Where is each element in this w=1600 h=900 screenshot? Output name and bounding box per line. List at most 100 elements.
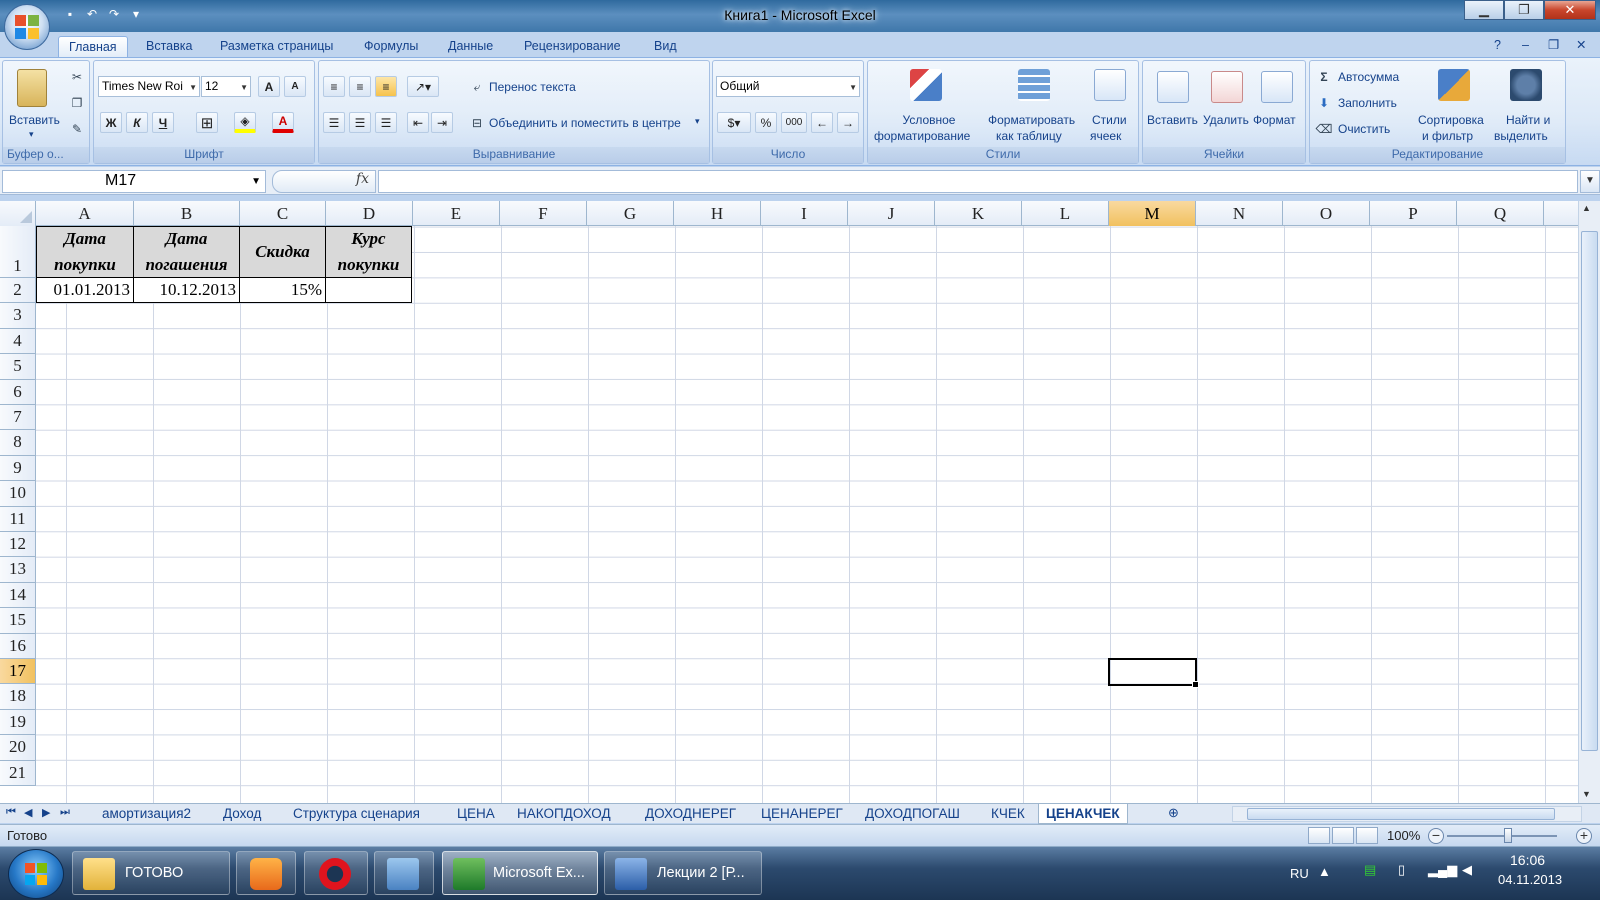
wrap-text-button[interactable]: Перенос текста (489, 80, 576, 94)
horizontal-scroll-thumb[interactable] (1247, 808, 1555, 820)
signal-icon[interactable]: ▂▄▆ (1428, 862, 1457, 878)
tab-data[interactable]: Данные (438, 36, 503, 58)
taskbar-media-player[interactable] (236, 851, 296, 895)
cell-A2[interactable]: 01.01.2013 (36, 277, 134, 303)
ribbon-close-icon[interactable]: ✕ (1576, 35, 1586, 57)
conditional-formatting-label-2[interactable]: форматирование (874, 129, 970, 143)
row-header-10[interactable]: 10 (0, 481, 36, 507)
column-header-b[interactable]: B (134, 201, 240, 226)
row-header-12[interactable]: 12 (0, 532, 36, 558)
active-cell[interactable] (1108, 658, 1199, 688)
sheet-tab-2[interactable]: Доход (216, 804, 268, 824)
column-header-j[interactable]: J (848, 201, 935, 226)
column-header-n[interactable]: N (1196, 201, 1283, 226)
row-header-5[interactable]: 5 (0, 354, 36, 380)
align-left-icon[interactable]: ☰ (323, 112, 345, 133)
cell-C2[interactable]: 15% (239, 277, 326, 303)
column-header-k[interactable]: K (935, 201, 1022, 226)
save-icon[interactable]: ▪ (62, 6, 78, 22)
format-as-table-label-2[interactable]: как таблицу (996, 129, 1062, 143)
column-header-f[interactable]: F (500, 201, 587, 226)
taskbar-excel[interactable]: Microsoft Ex... (442, 851, 598, 895)
horizontal-scrollbar[interactable] (1232, 806, 1582, 822)
merge-center-button[interactable]: Объединить и поместить в центре (489, 116, 681, 130)
insert-cells-button[interactable]: Вставить (1147, 113, 1198, 127)
sheet-tab-1[interactable]: амортизация2 (95, 804, 198, 824)
help-icon[interactable]: ? (1494, 35, 1501, 57)
cell-B2[interactable]: 10.12.2013 (133, 277, 240, 303)
row-header-11[interactable]: 11 (0, 506, 36, 532)
row-header-16[interactable]: 16 (0, 633, 36, 659)
tab-insert[interactable]: Вставка (136, 36, 202, 58)
normal-view-icon[interactable] (1308, 827, 1330, 844)
find-select-icon[interactable] (1510, 69, 1542, 101)
zoom-slider-thumb[interactable] (1504, 828, 1512, 843)
redo-icon[interactable]: ↷ (106, 6, 122, 22)
tab-review[interactable]: Рецензирование (514, 36, 631, 58)
name-box[interactable]: M17 ▼ (2, 170, 266, 193)
tab-view[interactable]: Вид (644, 36, 687, 58)
cell-A1[interactable]: Дата покупки (36, 226, 134, 278)
cell-D2[interactable] (325, 277, 412, 303)
paste-icon[interactable] (17, 69, 47, 107)
decrease-indent-icon[interactable]: ⇤ (407, 112, 429, 133)
format-cells-button[interactable]: Формат (1253, 113, 1296, 127)
shrink-font-button[interactable]: A (284, 76, 306, 97)
taskbar-pictures[interactable] (374, 851, 434, 895)
conditional-formatting-label-1[interactable]: Условное (894, 113, 964, 127)
font-name-select[interactable]: Times New Roi ▼ (98, 76, 200, 97)
zoom-out-icon[interactable]: − (1428, 828, 1444, 844)
bold-button[interactable]: Ж (100, 112, 122, 133)
minimize-button[interactable]: ▁ (1464, 0, 1504, 20)
merge-dropdown-icon[interactable]: ▾ (695, 116, 700, 127)
column-header-o[interactable]: O (1283, 201, 1370, 226)
tab-home[interactable]: Главная (58, 36, 128, 58)
row-header-2[interactable]: 2 (0, 278, 36, 304)
zoom-level[interactable]: 100% (1387, 828, 1420, 843)
sheet-tab-7[interactable]: ЦЕНАНЕРЕГ (754, 804, 850, 824)
cell-styles-label-1[interactable]: Стили (1092, 113, 1127, 127)
expand-formula-bar-icon[interactable]: ▼ (1580, 170, 1600, 193)
find-select-label-1[interactable]: Найти и (1506, 113, 1550, 127)
sheet-tab-6[interactable]: ДОХОДНЕРЕГ (638, 804, 743, 824)
percent-button[interactable]: % (755, 112, 777, 133)
borders-icon[interactable]: ⊞ (196, 112, 218, 133)
font-color-icon[interactable]: A (272, 112, 294, 133)
paste-dropdown-icon[interactable]: ▾ (29, 129, 34, 140)
scroll-down-icon[interactable]: ▼ (1582, 789, 1591, 799)
taskbar-opera[interactable] (304, 851, 368, 895)
taskbar-folder[interactable]: ГОТОВО (72, 851, 230, 895)
language-indicator[interactable]: RU (1290, 866, 1309, 881)
sort-filter-icon[interactable] (1438, 69, 1470, 101)
thousands-button[interactable]: 000 (781, 112, 807, 133)
zoom-in-icon[interactable]: + (1576, 828, 1592, 844)
maximize-button[interactable]: ❐ (1504, 0, 1544, 20)
clock-time[interactable]: 16:06 (1510, 852, 1545, 868)
align-right-icon[interactable]: ☰ (375, 112, 397, 133)
undo-icon[interactable]: ↶ (84, 6, 100, 22)
taskbar-word[interactable]: Лекции 2 [Р... (604, 851, 762, 895)
row-header-17[interactable]: 17 (0, 659, 36, 685)
sort-filter-label-2[interactable]: и фильтр (1422, 129, 1473, 143)
align-bottom-icon[interactable]: ≡ (375, 76, 397, 97)
tab-page-layout[interactable]: Разметка страницы (210, 36, 343, 58)
paste-button[interactable]: Вставить (9, 113, 60, 127)
align-center-icon[interactable]: ☰ (349, 112, 371, 133)
row-header-1[interactable]: 1 (0, 226, 36, 278)
format-painter-icon[interactable]: ✎ (69, 121, 85, 137)
tab-formulas[interactable]: Формулы (354, 36, 428, 58)
device-icon[interactable]: ▯ (1398, 862, 1405, 878)
copy-icon[interactable]: ❐ (69, 95, 85, 111)
sheet-tab-5[interactable]: НАКОПДОХОД (510, 804, 618, 824)
column-header-d[interactable]: D (326, 201, 413, 226)
column-header-a[interactable]: A (36, 201, 134, 226)
row-header-7[interactable]: 7 (0, 405, 36, 431)
clock-date[interactable]: 04.11.2013 (1498, 872, 1562, 887)
format-as-table-label-1[interactable]: Форматировать (988, 113, 1075, 127)
page-layout-view-icon[interactable] (1332, 827, 1354, 844)
fill-color-icon[interactable]: ◈ (234, 112, 256, 133)
number-format-select[interactable]: Общий ▼ (716, 76, 860, 97)
clear-button[interactable]: Очистить (1338, 122, 1390, 136)
column-header-e[interactable]: E (413, 201, 500, 226)
delete-cells-icon[interactable] (1211, 71, 1243, 103)
